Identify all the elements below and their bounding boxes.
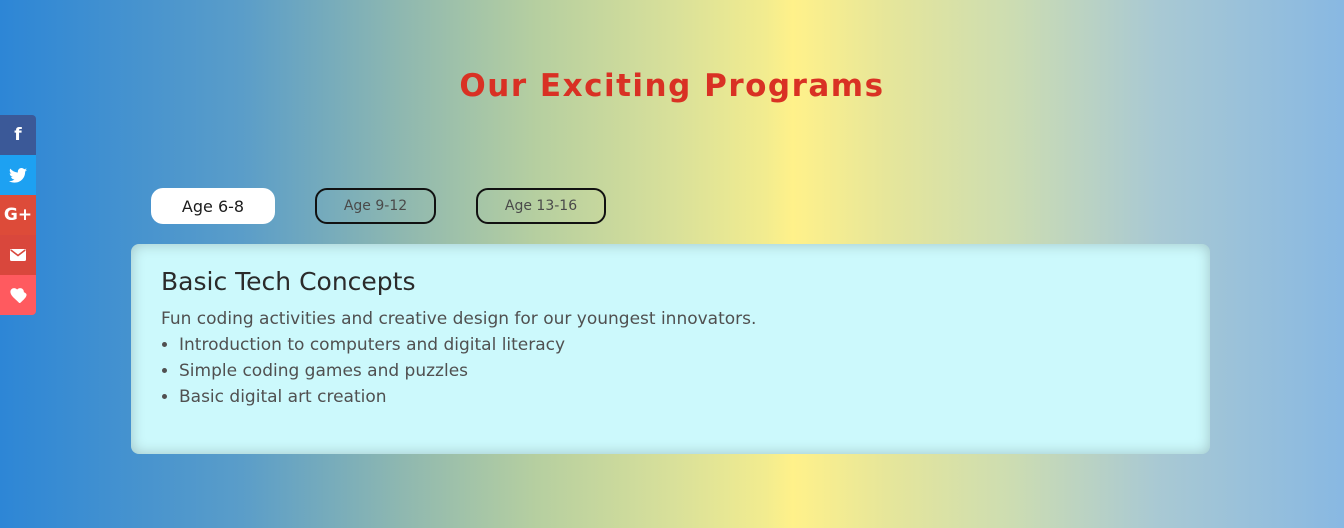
tab-age-9-12[interactable]: Age 9-12 — [315, 188, 436, 224]
facebook-icon: f — [14, 125, 22, 145]
favorite-share-button[interactable] — [0, 275, 36, 315]
heart-icon — [9, 287, 27, 303]
twitter-icon — [9, 167, 27, 183]
email-share-button[interactable] — [0, 235, 36, 275]
google-plus-share-button[interactable]: G+ — [0, 195, 36, 235]
tab-age-13-16[interactable]: Age 13-16 — [476, 188, 606, 224]
social-share-bar: f G+ — [0, 115, 36, 315]
program-title: Basic Tech Concepts — [161, 267, 416, 296]
twitter-share-button[interactable] — [0, 155, 36, 195]
program-card: Basic Tech Concepts Fun coding activitie… — [131, 244, 1210, 454]
facebook-share-button[interactable]: f — [0, 115, 36, 155]
program-topics-list: Introduction to computers and digital li… — [161, 332, 1180, 410]
list-item: Introduction to computers and digital li… — [179, 332, 1180, 358]
tab-age-6-8[interactable]: Age 6-8 — [151, 188, 275, 224]
page-title: Our Exciting Programs — [459, 68, 885, 104]
list-item: Simple coding games and puzzles — [179, 358, 1180, 384]
google-plus-icon: G+ — [3, 205, 33, 225]
list-item: Basic digital art creation — [179, 384, 1180, 410]
email-icon — [10, 249, 26, 261]
program-description: Fun coding activities and creative desig… — [161, 309, 757, 329]
